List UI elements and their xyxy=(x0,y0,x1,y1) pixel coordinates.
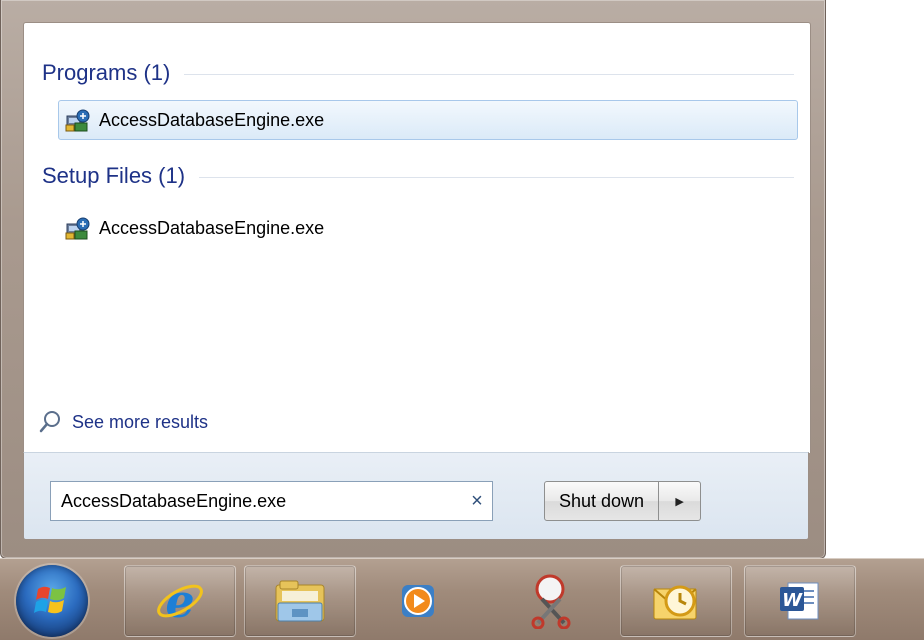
start-menu: Programs (1) AccessDatabaseEngine.exe Se… xyxy=(0,0,826,559)
see-more-results-link[interactable]: See more results xyxy=(38,407,208,437)
taskbar-internet-explorer[interactable]: e xyxy=(124,565,236,637)
taskbar-outlook[interactable] xyxy=(620,565,732,637)
windows-start-orb-icon xyxy=(34,586,66,614)
windows-media-player-icon xyxy=(402,585,434,617)
svg-text:W: W xyxy=(782,590,803,611)
search-input[interactable] xyxy=(51,483,462,519)
windows-explorer-icon xyxy=(275,580,325,622)
taskbar-windows-explorer[interactable] xyxy=(244,565,356,637)
taskbar-word[interactable]: W xyxy=(744,565,856,637)
shutdown-button-group: Shut down ▶ xyxy=(544,481,702,521)
outlook-icon xyxy=(653,585,697,620)
search-box: × xyxy=(50,481,493,521)
taskbar-snipping-tool[interactable] xyxy=(496,565,608,637)
exe-installer-icon xyxy=(65,215,91,241)
exe-installer-icon xyxy=(65,107,91,133)
taskbar-windows-media-player[interactable] xyxy=(364,565,476,637)
clear-search-button[interactable]: × xyxy=(462,490,492,513)
result-item-programs-accessdatabaseengine[interactable]: AccessDatabaseEngine.exe xyxy=(58,100,798,140)
result-item-label: AccessDatabaseEngine.exe xyxy=(99,217,325,238)
taskbar: e W xyxy=(0,558,924,640)
svg-text:e: e xyxy=(165,575,194,627)
group-header-setup-files: Setup Files (1) xyxy=(42,161,794,191)
snipping-tool-icon xyxy=(531,574,571,629)
search-icon xyxy=(39,411,60,433)
shutdown-label: Shut down xyxy=(559,490,645,511)
search-results-pane: Programs (1) AccessDatabaseEngine.exe Se… xyxy=(23,22,811,453)
word-icon: W xyxy=(780,582,819,620)
chevron-right-icon: ▶ xyxy=(675,495,684,508)
start-button[interactable] xyxy=(16,565,88,637)
internet-explorer-icon: e xyxy=(157,575,203,627)
group-header-programs: Programs (1) xyxy=(42,58,794,88)
group-divider xyxy=(184,73,794,75)
group-divider xyxy=(199,176,794,178)
group-header-label: Programs (1) xyxy=(42,60,171,85)
see-more-results-label: See more results xyxy=(72,411,209,432)
result-item-setup-accessdatabaseengine[interactable]: AccessDatabaseEngine.exe xyxy=(58,208,798,248)
group-header-label: Setup Files (1) xyxy=(42,163,186,188)
shutdown-button[interactable]: Shut down xyxy=(544,481,660,521)
start-menu-bottom-bar: × Shut down ▶ xyxy=(23,452,809,540)
result-item-label: AccessDatabaseEngine.exe xyxy=(99,109,325,130)
shutdown-options-button[interactable]: ▶ xyxy=(659,481,702,521)
